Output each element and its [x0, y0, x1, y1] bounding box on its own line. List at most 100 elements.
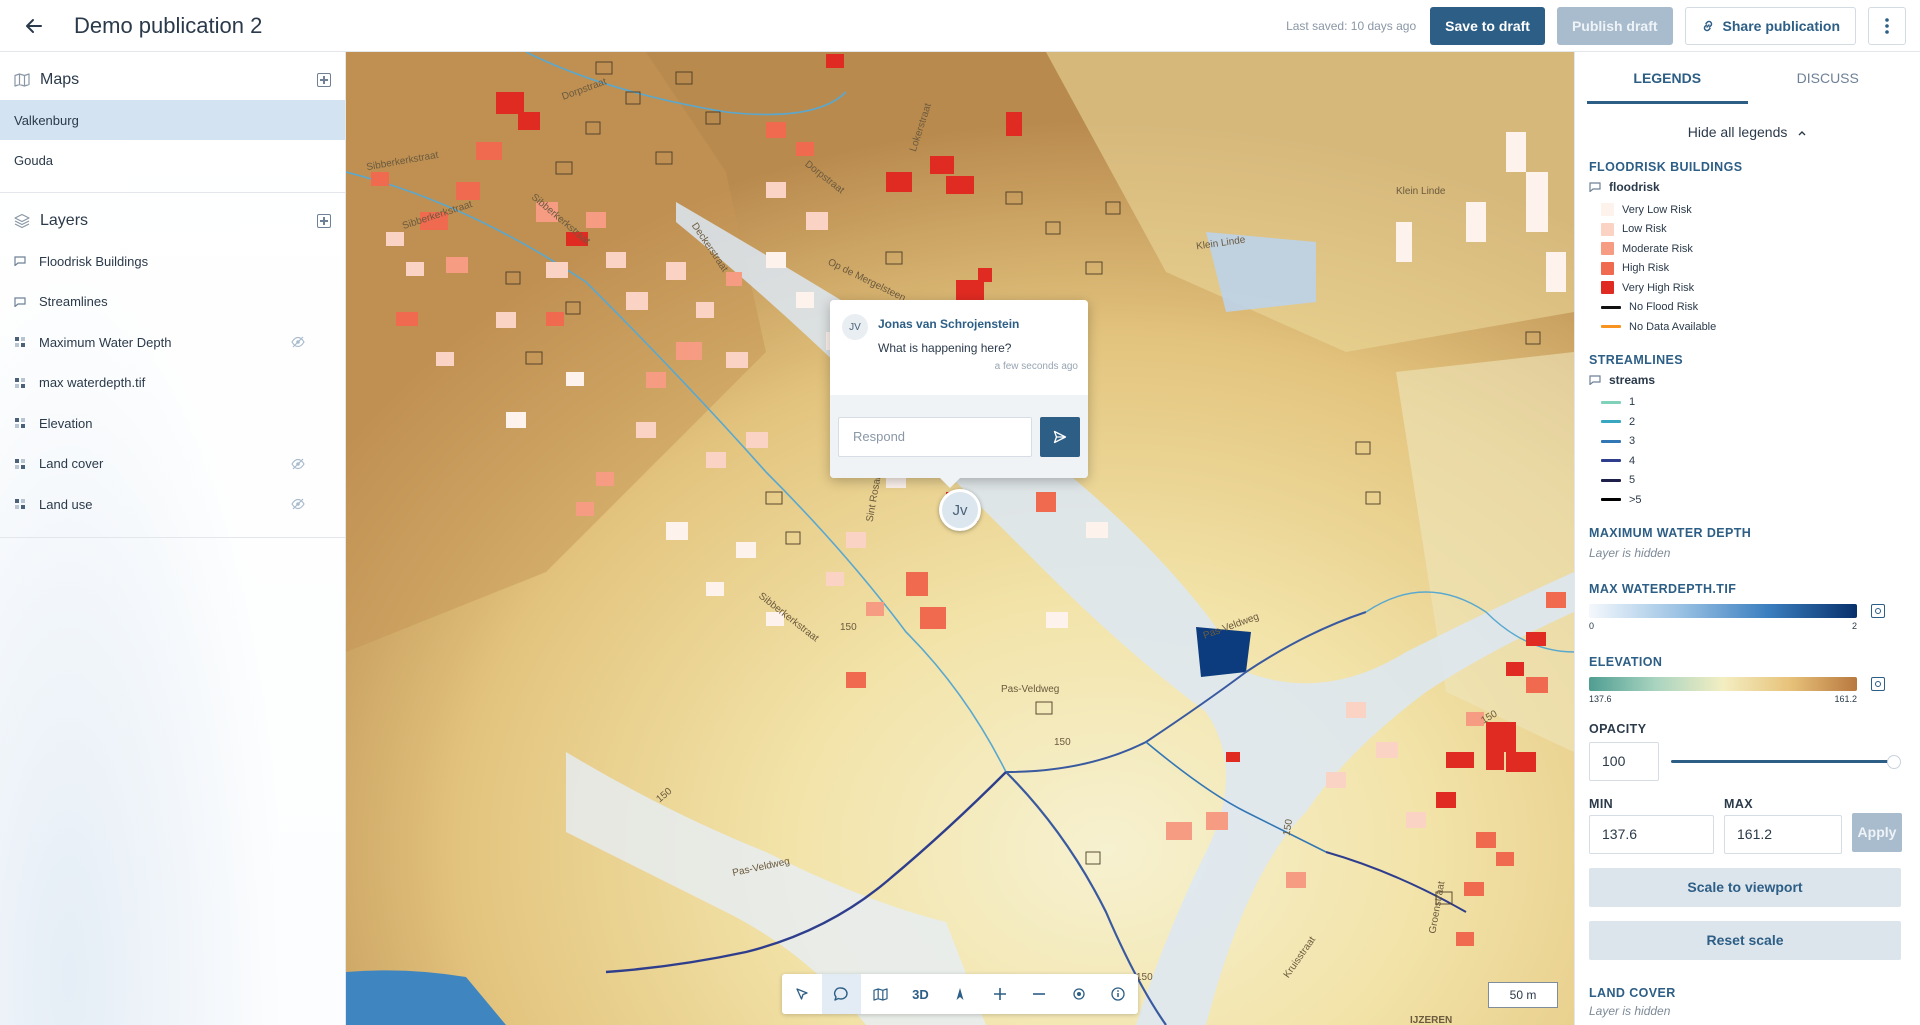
- map-item-valkenburg[interactable]: Valkenburg: [0, 100, 345, 140]
- legend-item: Low Risk: [1589, 220, 1906, 240]
- hide-all-legends-button[interactable]: Hide all legends: [1575, 124, 1920, 144]
- apply-button[interactable]: Apply: [1852, 812, 1902, 852]
- contour-label: 150: [840, 622, 857, 633]
- add-map-icon[interactable]: [317, 73, 331, 87]
- avatar: JV: [842, 314, 868, 340]
- comment-author: Jonas van Schrojenstein: [878, 317, 1020, 331]
- last-saved-text: Last saved: 10 days ago: [1286, 18, 1417, 33]
- land-cover-legend-title: LAND COVER: [1589, 985, 1676, 1000]
- layer-item-floodrisk-buildings[interactable]: Floodrisk Buildings: [0, 241, 345, 282]
- comment-icon: [1589, 182, 1601, 192]
- plus-icon: [993, 988, 1006, 1000]
- comment-popup: JV Jonas van Schrojenstein What is happe…: [830, 300, 1088, 488]
- map-canvas[interactable]: Dorpstraat Lokerstraat Sibberkerkstraat …: [346, 52, 1574, 1025]
- layers-icon: [14, 213, 30, 229]
- layer-item-maximum-water-depth[interactable]: Maximum Water Depth: [0, 322, 345, 363]
- three-d-button[interactable]: 3D: [901, 974, 941, 1014]
- ramp-settings-icon[interactable]: [1871, 676, 1885, 691]
- place-label: IJZEREN: [1410, 1015, 1453, 1025]
- map-toolbar: 3D: [782, 974, 1138, 1014]
- maps-section-header: Maps: [0, 60, 345, 100]
- map-tool-button[interactable]: [861, 974, 901, 1014]
- maps-title: Maps: [40, 71, 80, 88]
- comment-text: What is happening here?: [878, 341, 1012, 355]
- locate-button[interactable]: [1059, 974, 1099, 1014]
- layer-item-streamlines[interactable]: Streamlines: [0, 282, 345, 323]
- save-to-draft-button[interactable]: Save to draft: [1430, 6, 1545, 45]
- compass-icon: [956, 988, 964, 1000]
- legend-item: Very Low Risk: [1589, 200, 1906, 220]
- scale-to-viewport-button[interactable]: Scale to viewport: [1589, 867, 1901, 907]
- layer-item-label: Land use: [39, 496, 93, 512]
- map-item-gouda[interactable]: Gouda: [0, 140, 345, 180]
- legend-item: No Flood Risk: [1589, 298, 1906, 318]
- back-button[interactable]: [14, 6, 54, 46]
- eye-off-icon[interactable]: [291, 498, 305, 510]
- ramp-max-label: 161.2: [1834, 693, 1857, 704]
- info-button[interactable]: [1099, 974, 1139, 1014]
- comment-pin[interactable]: Jv: [939, 489, 981, 531]
- comment-tool-button[interactable]: [821, 974, 862, 1014]
- opacity-slider[interactable]: [1671, 754, 1901, 769]
- map-icon: [14, 73, 30, 87]
- zoom-in-button[interactable]: [980, 974, 1020, 1014]
- legend-item: No Data Available: [1589, 317, 1906, 337]
- hide-all-legends-label: Hide all legends: [1687, 124, 1788, 140]
- ramp-min-label: 137.6: [1589, 693, 1612, 704]
- min-label: MIN: [1589, 796, 1614, 811]
- layer-item-label: Maximum Water Depth: [39, 334, 172, 350]
- opacity-input[interactable]: [1589, 741, 1659, 781]
- map-item-label: Gouda: [14, 152, 54, 168]
- map-icon: [873, 987, 889, 1001]
- streamlines-legend-title: STREAMLINES: [1589, 352, 1683, 367]
- add-layer-icon[interactable]: [317, 214, 331, 228]
- legend-item: 5: [1589, 471, 1906, 491]
- eye-off-icon[interactable]: [291, 458, 305, 470]
- send-button[interactable]: [1040, 416, 1080, 457]
- max-input[interactable]: [1724, 814, 1842, 854]
- street-label: Klein Linde: [1396, 186, 1446, 197]
- waterdepth-color-ramp: [1589, 603, 1857, 618]
- layer-item-land-use[interactable]: Land use: [0, 484, 345, 525]
- streamlines-legend-subtitle: streams: [1609, 372, 1656, 387]
- tab-discuss[interactable]: DISCUSS: [1748, 52, 1909, 104]
- comment-icon: [14, 296, 26, 308]
- legend-item: 4: [1589, 451, 1906, 471]
- ramp-min-label: 0: [1589, 620, 1595, 631]
- max-water-depth-legend-title: MAXIMUM WATER DEPTH: [1589, 525, 1752, 540]
- comment-icon: [1589, 374, 1601, 385]
- layer-item-max-waterdepth-tif[interactable]: max waterdepth.tif: [0, 363, 345, 404]
- link-icon: [1703, 20, 1712, 31]
- opacity-label: OPACITY: [1589, 721, 1647, 736]
- floodrisk-legend-title: FLOODRISK BUILDINGS: [1589, 160, 1743, 174]
- publish-draft-button[interactable]: Publish draft: [1556, 6, 1673, 45]
- legend-item: Very High Risk: [1589, 278, 1906, 298]
- elevation-color-ramp: [1589, 676, 1857, 691]
- app-header: Demo publication 2 Last saved: 10 days a…: [0, 0, 1920, 52]
- min-input[interactable]: [1589, 814, 1714, 854]
- eye-off-icon[interactable]: [291, 336, 305, 348]
- reset-scale-button[interactable]: Reset scale: [1589, 920, 1901, 960]
- cursor-icon: [796, 988, 808, 1000]
- zoom-out-button[interactable]: [1019, 974, 1059, 1014]
- kebab-icon: [1885, 17, 1889, 34]
- elevation-legend-title: ELEVATION: [1589, 654, 1663, 669]
- tab-legends[interactable]: LEGENDS: [1587, 52, 1748, 104]
- select-tool-button[interactable]: [782, 974, 822, 1014]
- minus-icon: [1033, 993, 1046, 995]
- raster-icon: [14, 336, 26, 348]
- legend-panel: LEGENDS DISCUSS Hide all legends FLOODRI…: [1574, 52, 1920, 1025]
- raster-icon: [14, 417, 26, 429]
- legend-item: High Risk: [1589, 259, 1906, 279]
- floodrisk-legend-subtitle: floodrisk: [1609, 180, 1660, 194]
- north-button[interactable]: [940, 974, 980, 1014]
- layer-item-land-cover[interactable]: Land cover: [0, 444, 345, 485]
- info-icon: [1111, 987, 1125, 1001]
- map-item-label: Valkenburg: [14, 112, 79, 128]
- ramp-settings-icon[interactable]: [1871, 603, 1885, 618]
- layer-item-label: Streamlines: [39, 294, 108, 310]
- respond-input[interactable]: [838, 416, 1032, 457]
- more-options-button[interactable]: [1868, 6, 1906, 45]
- layer-item-elevation[interactable]: Elevation: [0, 403, 345, 444]
- share-publication-button[interactable]: Share publication: [1684, 6, 1856, 45]
